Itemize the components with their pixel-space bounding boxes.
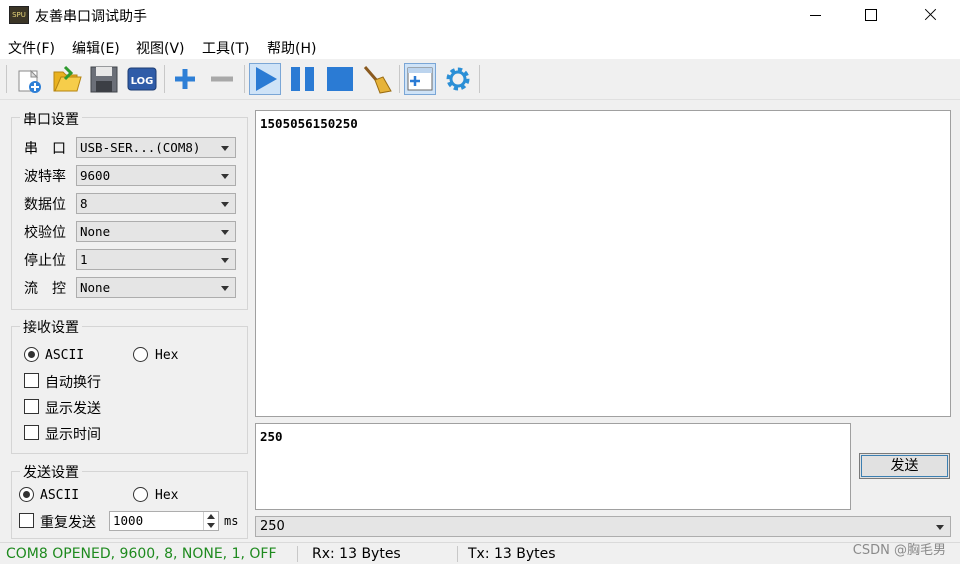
status-separator	[297, 546, 298, 562]
app-logo-icon: SPU	[9, 6, 29, 24]
add-icon[interactable]	[169, 63, 201, 95]
menu-help[interactable]: 帮助(H)	[267, 38, 316, 58]
menu-bar: 文件(F) 编辑(E) 视图(V) 工具(T) 帮助(H)	[0, 31, 960, 59]
repeat-send-checkbox[interactable]	[19, 513, 34, 528]
save-icon[interactable]	[88, 63, 120, 95]
auto-wrap-checkbox[interactable]	[24, 373, 39, 388]
tx-count: Tx: 13 Bytes	[468, 546, 556, 562]
send-text: 250	[260, 429, 283, 444]
remove-icon[interactable]	[206, 63, 238, 95]
send-hex-label: Hex	[155, 488, 179, 503]
log-text: LOG	[131, 76, 154, 87]
receive-ascii-radio[interactable]	[24, 347, 39, 362]
chevron-down-icon	[221, 286, 229, 291]
toolbar-separator	[6, 65, 7, 93]
data-bits-label: 数据位	[24, 197, 66, 213]
title-bar: SPU 友善串口调试助手	[0, 0, 960, 31]
new-file-icon[interactable]	[13, 63, 45, 95]
receive-text: 1505056150250	[260, 116, 358, 131]
port-value: USB-SER...(COM8)	[80, 140, 201, 155]
chevron-down-icon	[221, 230, 229, 235]
chevron-down-icon	[221, 258, 229, 263]
add-window-icon[interactable]	[404, 63, 436, 95]
connection-status: COM8 OPENED, 9600, 8, NONE, 1, OFF	[6, 546, 277, 562]
show-send-checkbox[interactable]	[24, 399, 39, 414]
toolbar-separator	[164, 65, 165, 93]
toolbar: LOG	[0, 59, 960, 100]
receive-textarea[interactable]: 1505056150250	[255, 110, 951, 417]
chevron-down-icon	[221, 202, 229, 207]
window-title: 友善串口调试助手	[35, 9, 147, 25]
toolbar-separator	[399, 65, 400, 93]
interval-unit-label: ms	[224, 514, 239, 528]
minimize-button[interactable]	[793, 0, 839, 31]
clear-broom-icon[interactable]	[361, 63, 393, 95]
send-settings-title: 发送设置	[20, 462, 82, 482]
receive-ascii-label: ASCII	[45, 348, 85, 363]
receive-hex-radio[interactable]	[133, 347, 148, 362]
send-hex-radio[interactable]	[133, 487, 148, 502]
send-textarea[interactable]: 250	[255, 423, 851, 510]
send-history-select[interactable]: 250	[255, 516, 951, 537]
send-button[interactable]: 发送	[859, 453, 950, 479]
receive-hex-label: Hex	[155, 348, 179, 363]
data-bits-select[interactable]: 8	[76, 193, 236, 214]
open-folder-icon[interactable]	[51, 63, 83, 95]
port-select[interactable]: USB-SER...(COM8)	[76, 137, 236, 158]
log-icon[interactable]: LOG	[126, 63, 158, 95]
send-ascii-label: ASCII	[40, 488, 80, 503]
parity-value: None	[80, 224, 111, 239]
repeat-interval-value: 1000	[113, 513, 144, 528]
menu-edit[interactable]: 编辑(E)	[72, 38, 120, 58]
show-time-label: 显示时间	[45, 427, 101, 443]
toolbar-separator	[244, 65, 245, 93]
stop-bits-label: 停止位	[24, 253, 66, 269]
menu-view[interactable]: 视图(V)	[136, 38, 185, 58]
data-bits-value: 8	[80, 196, 88, 211]
port-label: 串 口	[24, 141, 66, 157]
menu-file[interactable]: 文件(F)	[8, 38, 55, 58]
menu-tools[interactable]: 工具(T)	[202, 38, 249, 58]
repeat-interval-spinner[interactable]: 1000	[109, 511, 219, 531]
close-button[interactable]	[907, 0, 953, 31]
stop-icon[interactable]	[324, 63, 356, 95]
status-bar: COM8 OPENED, 9600, 8, NONE, 1, OFF Rx: 1…	[0, 542, 960, 564]
watermark: CSDN @胸毛男	[852, 543, 946, 558]
stop-bits-value: 1	[80, 252, 88, 267]
spin-up-icon[interactable]	[207, 514, 215, 519]
baud-rate-select[interactable]: 9600	[76, 165, 236, 186]
baud-rate-value: 9600	[80, 168, 111, 183]
serial-settings-title: 串口设置	[20, 109, 82, 129]
chevron-down-icon	[221, 174, 229, 179]
chevron-down-icon	[936, 525, 944, 530]
flow-control-label: 流 控	[24, 281, 66, 297]
receive-settings-title: 接收设置	[20, 317, 82, 337]
auto-wrap-label: 自动换行	[45, 375, 101, 391]
parity-label: 校验位	[24, 225, 66, 241]
status-separator	[457, 546, 458, 562]
repeat-send-label: 重复发送	[40, 515, 96, 531]
settings-gear-icon[interactable]	[442, 63, 474, 95]
maximize-button[interactable]	[848, 0, 894, 31]
pause-icon[interactable]	[287, 63, 319, 95]
play-icon[interactable]	[249, 63, 281, 95]
show-send-label: 显示发送	[45, 401, 101, 417]
baud-rate-label: 波特率	[24, 169, 66, 185]
flow-control-value: None	[80, 280, 111, 295]
spin-down-icon[interactable]	[207, 523, 215, 528]
send-history-value: 250	[260, 519, 285, 534]
stop-bits-select[interactable]: 1	[76, 249, 236, 270]
spinner-buttons[interactable]	[203, 512, 218, 530]
rx-count: Rx: 13 Bytes	[312, 546, 401, 562]
flow-control-select[interactable]: None	[76, 277, 236, 298]
chevron-down-icon	[221, 146, 229, 151]
send-ascii-radio[interactable]	[19, 487, 34, 502]
show-time-checkbox[interactable]	[24, 425, 39, 440]
parity-select[interactable]: None	[76, 221, 236, 242]
toolbar-separator	[479, 65, 480, 93]
